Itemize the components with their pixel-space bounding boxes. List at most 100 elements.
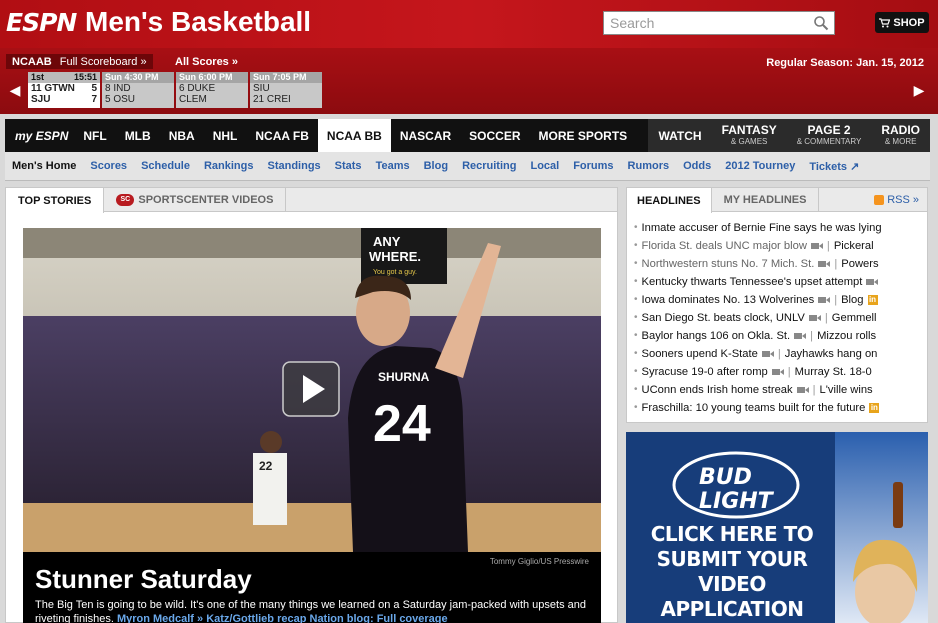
game-card[interactable]: Sun 6:00 PM 6 DUKE CLEM xyxy=(176,72,248,108)
headline-item[interactable]: • Florida St. deals UNC major blow | Picker… xyxy=(634,237,923,255)
headline-text[interactable]: Northwestern stuns No. 7 Mich. St. xyxy=(642,255,815,273)
headline-text[interactable]: Kentucky thwarts Tennessee's upset attem… xyxy=(642,273,863,291)
subnav-local[interactable]: Local xyxy=(523,160,566,172)
nav-ncaa-fb[interactable]: NCAA FB xyxy=(246,119,318,152)
search-icon[interactable] xyxy=(813,15,829,31)
headline-item[interactable]: • Kentucky thwarts Tennessee's upset atte… xyxy=(634,273,923,291)
subnav-recruiting[interactable]: Recruiting xyxy=(455,160,523,172)
related-link[interactable]: Blog xyxy=(841,291,863,309)
game-card[interactable]: 1st 15:51 11 GTWN 5 SJU 7 xyxy=(28,72,100,108)
headline-text[interactable]: Fraschilla: 10 young teams built for the… xyxy=(642,399,866,417)
related-link[interactable]: Murray St. 18-0 xyxy=(795,363,872,381)
headline-text[interactable]: UConn ends Irish home streak xyxy=(642,381,793,399)
headline-item[interactable]: • Northwestern stuns No. 7 Mich. St. | Powe… xyxy=(634,255,923,273)
headline-text[interactable]: Florida St. deals UNC major blow xyxy=(642,237,807,255)
nav-nascar[interactable]: NASCAR xyxy=(391,119,460,152)
nav-nfl[interactable]: NFL xyxy=(74,119,115,152)
nav-more-sports[interactable]: MORE SPORTS xyxy=(530,119,637,152)
subnav-schedule[interactable]: Schedule xyxy=(134,160,197,172)
headline-item[interactable]: • San Diego St. beats clock, UNLV | Gemmell xyxy=(634,309,923,327)
video-camera-icon[interactable] xyxy=(761,350,774,358)
headline-item[interactable]: • Sooners upend K-State | Jayhawks hang on xyxy=(634,345,923,363)
nav-mlb[interactable]: MLB xyxy=(116,119,160,152)
video-camera-icon[interactable] xyxy=(808,314,821,322)
subnav-standings[interactable]: Standings xyxy=(260,160,327,172)
subnav-2012-tourney[interactable]: 2012 Tourney xyxy=(718,160,802,172)
headline-text[interactable]: Sooners upend K-State xyxy=(642,345,758,363)
espn-logo[interactable]: ESPN xyxy=(6,8,77,37)
headline-item[interactable]: • Inmate accuser of Bernie Fine says he w… xyxy=(634,219,923,237)
related-link[interactable]: Mizzou rolls xyxy=(817,327,876,345)
games-strip: 1st 15:51 11 GTWN 5 SJU 7 Sun 4:30 PM 8 IND… xyxy=(28,72,322,108)
subnav-blog[interactable]: Blog xyxy=(417,160,455,172)
link-nation-blog[interactable]: Nation blog: Full coverage xyxy=(310,613,448,623)
tab-sportscenter-videos[interactable]: SC SPORTSCENTER VIDEOS xyxy=(104,188,287,211)
bud-light-logo[interactable]: BUD LIGHT xyxy=(671,450,801,520)
headline-item[interactable]: • Baylor hangs 106 on Okla. St. | Mizzou ro… xyxy=(634,327,923,345)
subnav-mens-home[interactable]: Men's Home xyxy=(5,160,83,172)
nav-nba[interactable]: NBA xyxy=(160,119,204,152)
headline-item[interactable]: • Iowa dominates No. 13 Wolverines | Blog in xyxy=(634,291,923,309)
video-camera-icon[interactable] xyxy=(771,368,784,376)
scoreboard-next-arrow-icon[interactable]: ▶ xyxy=(910,72,928,108)
tab-top-stories[interactable]: TOP STORIES xyxy=(6,188,105,213)
scoreboard-title: NCAAB Full Scoreboard » xyxy=(6,54,153,69)
related-link[interactable]: Gemmell xyxy=(832,309,877,327)
hero-story[interactable]: ANY WHERE. You got a guy. SHURNA 24 22 T… xyxy=(23,228,601,623)
tab-my-headlines[interactable]: MY HEADLINES xyxy=(712,188,820,211)
video-play-icon[interactable] xyxy=(282,361,340,417)
subnav-teams[interactable]: Teams xyxy=(369,160,417,172)
headline-text[interactable]: Syracuse 19-0 after romp xyxy=(642,363,768,381)
scoreboard-prev-arrow-icon[interactable]: ◀ xyxy=(6,72,24,108)
headline-item[interactable]: • Fraschilla: 10 young teams built for th… xyxy=(634,399,923,417)
hero-photo[interactable]: ANY WHERE. You got a guy. SHURNA 24 22 xyxy=(23,228,601,552)
all-scores-link[interactable]: All Scores » xyxy=(175,56,238,68)
game-card[interactable]: Sun 4:30 PM 8 IND 5 OSU xyxy=(102,72,174,108)
video-camera-icon[interactable] xyxy=(818,260,831,268)
blog-icon[interactable]: in xyxy=(867,295,878,305)
shop-button[interactable]: SHOP xyxy=(875,12,929,33)
full-scoreboard-link[interactable]: Full Scoreboard » xyxy=(60,56,147,68)
page-title[interactable]: Men's Basketball xyxy=(85,6,311,38)
headline-item[interactable]: • Syracuse 19-0 after romp | Murray St. 18-… xyxy=(634,363,923,381)
subnav-odds[interactable]: Odds xyxy=(676,160,718,172)
related-link[interactable]: Pickeral xyxy=(834,237,874,255)
ad-call-to-action[interactable]: CLICK HERE TO SUBMIT YOUR VIDEO APPLICAT… xyxy=(634,522,830,623)
nav-fantasy[interactable]: FANTASY & GAMES xyxy=(712,119,787,152)
subnav-forums[interactable]: Forums xyxy=(566,160,620,172)
bud-light-ad[interactable]: BUD LIGHT CLICK HERE TO SUBMIT YOUR VIDE… xyxy=(626,432,928,623)
link-myron-medcalf[interactable]: Myron Medcalf » xyxy=(117,613,203,623)
headline-text[interactable]: Baylor hangs 106 on Okla. St. xyxy=(642,327,791,345)
nav-nhl[interactable]: NHL xyxy=(204,119,247,152)
subnav-rumors[interactable]: Rumors xyxy=(621,160,677,172)
related-link[interactable]: L'ville wins xyxy=(820,381,873,399)
link-katz-gottlieb[interactable]: Katz/Gottlieb recap xyxy=(206,613,306,623)
subnav-rankings[interactable]: Rankings xyxy=(197,160,261,172)
blog-icon[interactable]: in xyxy=(869,403,880,413)
video-camera-icon[interactable] xyxy=(866,278,879,286)
rss-link[interactable]: RSS » xyxy=(874,194,919,206)
related-link[interactable]: Jayhawks hang on xyxy=(785,345,878,363)
headline-text[interactable]: Iowa dominates No. 13 Wolverines xyxy=(642,291,815,309)
subnav-scores[interactable]: Scores xyxy=(83,160,134,172)
related-link[interactable]: Powers xyxy=(841,255,878,273)
video-camera-icon[interactable] xyxy=(794,332,807,340)
game-card[interactable]: Sun 7:05 PM SIU 21 CREI xyxy=(250,72,322,108)
headline-text[interactable]: San Diego St. beats clock, UNLV xyxy=(642,309,805,327)
subnav-tickets[interactable]: Tickets ↗ xyxy=(802,160,866,173)
tab-headlines[interactable]: HEADLINES xyxy=(627,188,712,213)
nav-myespn[interactable]: my ESPN xyxy=(5,119,74,152)
headline-text[interactable]: Inmate accuser of Bernie Fine says he wa… xyxy=(642,219,882,237)
headline-item[interactable]: • UConn ends Irish home streak | L'ville wi… xyxy=(634,381,923,399)
video-camera-icon[interactable] xyxy=(796,386,809,394)
nav-page2[interactable]: PAGE 2 & COMMENTARY xyxy=(787,119,872,152)
subnav-stats[interactable]: Stats xyxy=(328,160,369,172)
search-input[interactable] xyxy=(604,12,804,34)
nav-radio[interactable]: RADIO & MORE xyxy=(871,119,930,152)
nav-watch[interactable]: WATCH xyxy=(648,119,711,152)
video-camera-icon[interactable] xyxy=(818,296,831,304)
story-headline[interactable]: Stunner Saturday xyxy=(35,564,252,595)
nav-soccer[interactable]: SOCCER xyxy=(460,119,529,152)
video-camera-icon[interactable] xyxy=(810,242,823,250)
nav-ncaa-bb[interactable]: NCAA BB xyxy=(317,119,391,152)
